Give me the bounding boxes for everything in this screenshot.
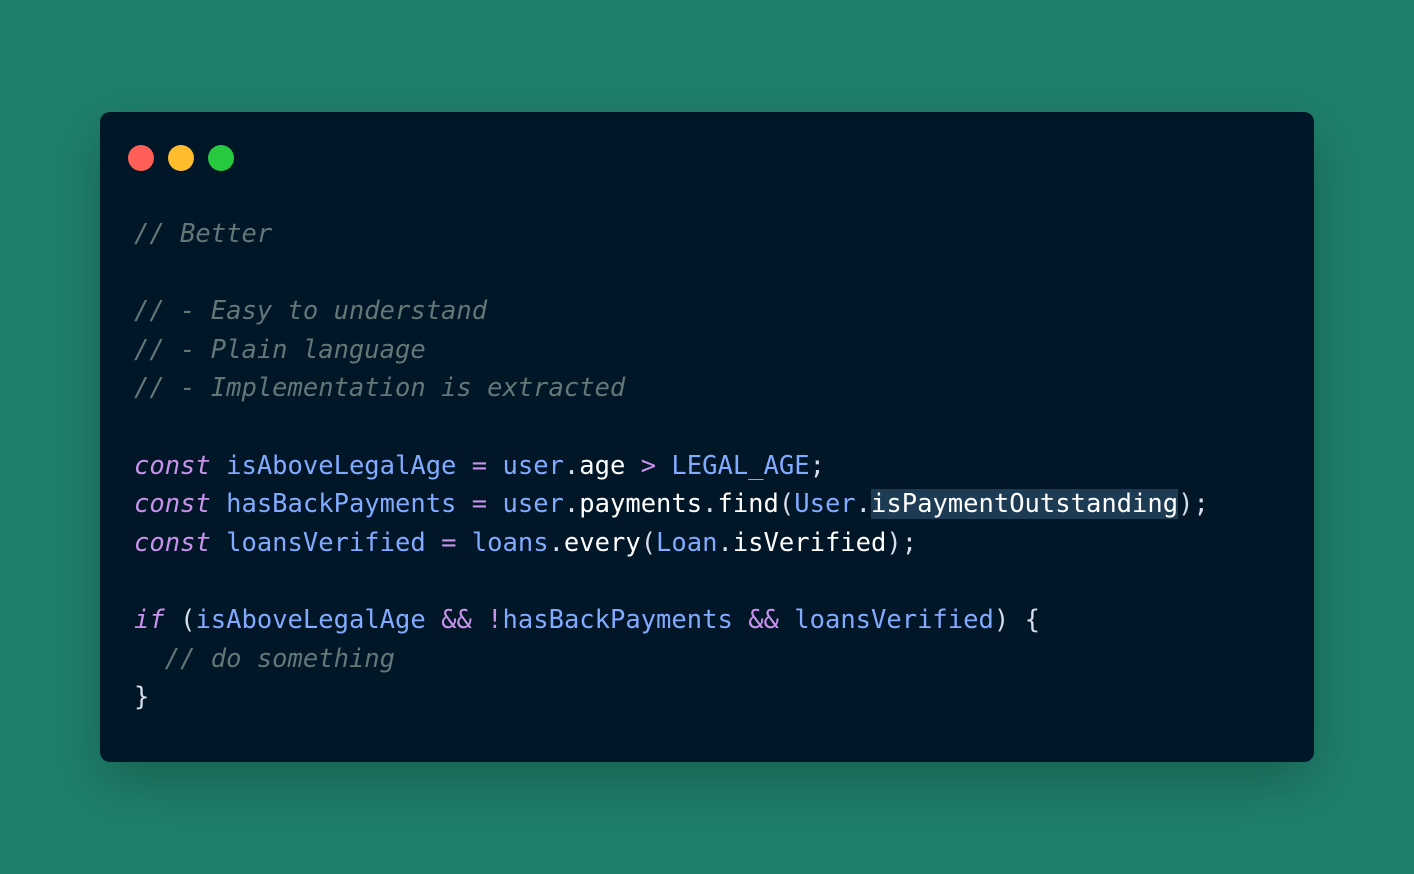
operator: = — [441, 527, 457, 558]
variable-name: hasBackPayments — [502, 604, 733, 635]
variable-name: hasBackPayments — [226, 489, 457, 520]
code-line-4: // - Plain language — [134, 331, 1209, 370]
operator: > — [640, 450, 657, 481]
keyword-const: const — [134, 527, 211, 558]
class-name: Loan — [656, 527, 718, 558]
object-name: user — [502, 489, 564, 520]
punctuation: ) — [993, 604, 1010, 635]
variable-name: isAboveLegalAge — [226, 450, 457, 481]
code-line-3: // - Easy to understand — [134, 292, 1209, 331]
selected-text[interactable]: isPaymentOutstanding — [871, 489, 1179, 520]
minimize-icon[interactable] — [168, 145, 194, 171]
close-icon[interactable] — [128, 145, 154, 171]
punctuation: ( — [180, 604, 196, 635]
variable-name: loansVerified — [794, 604, 994, 635]
operator: && — [441, 604, 472, 635]
code-line-13: } — [134, 678, 1209, 717]
punctuation: ) — [1178, 489, 1194, 520]
method-name: find — [717, 489, 779, 520]
method-name: every — [563, 527, 641, 558]
punctuation: ; — [901, 527, 918, 558]
punctuation: { — [1024, 604, 1040, 635]
punctuation: . — [855, 489, 872, 520]
variable-name: loansVerified — [226, 527, 426, 558]
code-line-1: // Better — [134, 215, 1209, 254]
object-name: loans — [471, 527, 549, 558]
punctuation: . — [548, 527, 564, 558]
code-line-8: const hasBackPayments = user.payments.fi… — [134, 485, 1209, 524]
zoom-icon[interactable] — [208, 145, 234, 171]
punctuation: ; — [1193, 489, 1209, 520]
operator: = — [471, 489, 488, 520]
operator: && — [748, 604, 779, 635]
keyword-const: const — [134, 450, 211, 481]
punctuation: ( — [778, 489, 795, 520]
code-line-9: const loansVerified = loans.every(Loan.i… — [134, 524, 1209, 563]
property-name: age — [579, 450, 626, 481]
punctuation: . — [702, 489, 718, 520]
punctuation: ) — [886, 527, 902, 558]
property-name: payments — [579, 489, 703, 520]
variable-name: isAboveLegalAge — [195, 604, 426, 635]
code-line-7: const isAboveLegalAge = user.age > LEGAL… — [134, 447, 1209, 486]
punctuation: . — [563, 450, 580, 481]
comment: // - Implementation is extracted — [134, 373, 626, 404]
punctuation: } — [134, 682, 150, 713]
keyword-const: const — [134, 489, 211, 520]
constant-name: LEGAL_AGE — [671, 450, 810, 481]
punctuation: ( — [640, 527, 657, 558]
code-line-5: // - Implementation is extracted — [134, 369, 1209, 408]
comment: // Better — [134, 219, 273, 249]
code-line-12: // do something — [134, 640, 1209, 679]
comment: // do something — [164, 643, 396, 674]
punctuation: . — [717, 527, 733, 558]
comment: // - Plain language — [134, 334, 426, 365]
object-name: user — [502, 450, 564, 481]
window-controls — [128, 145, 234, 171]
property-name: isVerified — [732, 527, 887, 558]
code-window: // Better // - Easy to understand // - Pla… — [100, 112, 1314, 762]
operator: ! — [487, 604, 503, 635]
keyword-if: if — [134, 604, 165, 635]
code-block: // Better // - Easy to understand // - Pla… — [134, 215, 1209, 717]
punctuation: ; — [809, 450, 825, 481]
code-line-11: if (isAboveLegalAge && !hasBackPayments … — [134, 601, 1209, 640]
comment: // - Easy to understand — [134, 296, 488, 327]
class-name: User — [794, 489, 856, 520]
operator: = — [471, 450, 488, 481]
punctuation: . — [563, 489, 580, 520]
